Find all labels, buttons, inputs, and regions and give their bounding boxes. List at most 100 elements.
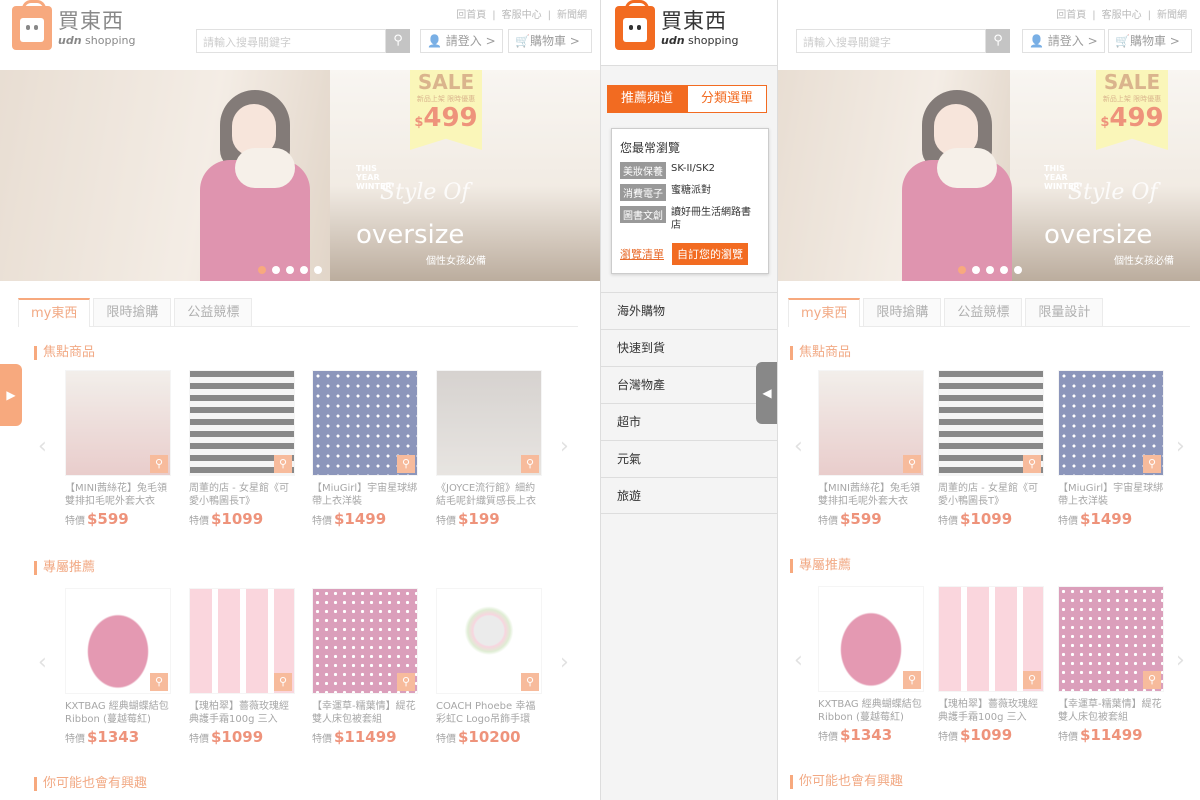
cart-icon: 🛒 bbox=[1115, 34, 1130, 48]
carousel-dots bbox=[258, 266, 328, 274]
carousel-dot[interactable] bbox=[958, 266, 966, 274]
zoom-icon[interactable]: ⚲ bbox=[1023, 455, 1041, 473]
product-card[interactable]: ⚲ 【瑰柏翠】薔薇玫瑰經典護手霜100g 三入 特價 $1099 bbox=[189, 588, 297, 746]
tab-my[interactable]: my東西 bbox=[788, 298, 861, 327]
tab-charity[interactable]: 公益競標 bbox=[944, 298, 1023, 326]
product-card[interactable]: ⚲ 【MiuGirl】宇宙星球綁帶上衣洋裝 特價 $1499 bbox=[312, 370, 420, 528]
tab-charity[interactable]: 公益競標 bbox=[174, 298, 253, 326]
tab-recommended-channel[interactable]: 推薦頻道 bbox=[607, 85, 687, 113]
product-card[interactable]: ⚲ 周董的店 - 女星館《可愛小鴨圖長T》 特價 $1099 bbox=[938, 370, 1046, 528]
carousel-dot[interactable] bbox=[1014, 266, 1022, 274]
tab-limited-design[interactable]: 限量設計 bbox=[1025, 298, 1104, 326]
search-input[interactable]: 請輸入搜尋關鍵字 bbox=[796, 29, 986, 53]
zoom-icon[interactable]: ⚲ bbox=[903, 455, 921, 473]
carousel-dot[interactable] bbox=[258, 266, 266, 274]
service-link[interactable]: 客服中心 bbox=[1102, 10, 1142, 21]
product-card[interactable]: ⚲ 【幸運草-糯葉情】緹花雙人床包被套組 特價 $11499 bbox=[312, 588, 420, 746]
product-card[interactable]: ⚲ KXTBAG 經典蝴蝶結包 Ribbon (蔓越莓紅) 特價 $1343 bbox=[65, 588, 173, 746]
menu-item-travel[interactable]: 旅遊 bbox=[601, 477, 777, 514]
product-name: 【MINI茜絲花】兔毛領雙排扣毛呢外套大衣 bbox=[818, 483, 921, 507]
history-row[interactable]: 消費電子 蜜糖派對 bbox=[620, 184, 760, 201]
open-menu-arrow-icon[interactable]: ▶ bbox=[0, 364, 22, 426]
zoom-icon[interactable]: ⚲ bbox=[1023, 671, 1041, 689]
carousel-dot[interactable] bbox=[272, 266, 280, 274]
close-menu-arrow-icon[interactable]: ◀ bbox=[756, 362, 777, 424]
hero-banner[interactable]: SALE 新品上架 限時優惠 $499 THIS YEAR WINTER Sty… bbox=[0, 70, 600, 281]
search-icon[interactable]: ⚲ bbox=[386, 29, 410, 53]
menu-item-supermarket[interactable]: 超市 bbox=[601, 403, 777, 440]
cart-button[interactable]: 🛒購物車 > bbox=[1108, 29, 1192, 53]
menu-item-fast-delivery[interactable]: 快速到貨 bbox=[601, 329, 777, 366]
product-card[interactable]: ⚲ 【瑰柏翠】薔薇玫瑰經典護手霜100g 三入 特價 $1099 bbox=[938, 586, 1046, 744]
site-logo[interactable]: 買東西 udn shopping bbox=[12, 0, 135, 50]
zoom-icon[interactable]: ⚲ bbox=[1143, 455, 1161, 473]
tab-flash-sale[interactable]: 限時搶購 bbox=[863, 298, 942, 326]
product-card[interactable]: ⚲ 【MINI茜絲花】兔毛領雙排扣毛呢外套大衣 特價 $599 bbox=[65, 370, 173, 528]
login-button[interactable]: 👤 請登入 > bbox=[420, 29, 503, 53]
customize-browse-button[interactable]: 自訂您的瀏覽 bbox=[672, 243, 748, 265]
carousel-dot[interactable] bbox=[300, 266, 308, 274]
next-arrow-icon[interactable]: › bbox=[560, 650, 569, 675]
prev-arrow-icon[interactable]: ‹ bbox=[794, 648, 803, 673]
prev-arrow-icon[interactable]: ‹ bbox=[38, 434, 47, 459]
zoom-icon[interactable]: ⚲ bbox=[150, 673, 168, 691]
zoom-icon[interactable]: ⚲ bbox=[274, 673, 292, 691]
tab-flash-sale[interactable]: 限時搶購 bbox=[93, 298, 172, 326]
prev-arrow-icon[interactable]: ‹ bbox=[38, 650, 47, 675]
home-link[interactable]: 回首頁 bbox=[456, 10, 486, 21]
news-link[interactable]: 新聞網 bbox=[1157, 10, 1187, 21]
menu-item-overseas[interactable]: 海外購物 bbox=[601, 292, 777, 329]
product-card[interactable]: ⚲ 【MiuGirl】宇宙星球綁帶上衣洋裝 特價 $1499 bbox=[1058, 370, 1166, 528]
zoom-icon[interactable]: ⚲ bbox=[521, 455, 539, 473]
right-page-preview: 回首頁 | 客服中心 | 新聞網 請輸入搜尋關鍵字 ⚲ 👤 請登入 > 🛒購物車 > S… bbox=[778, 0, 1200, 800]
zoom-icon[interactable]: ⚲ bbox=[1143, 671, 1161, 689]
product-card[interactable]: ⚲ KXTBAG 經典蝴蝶結包 Ribbon (蔓越莓紅) 特價 $1343 bbox=[818, 586, 926, 744]
carousel-dot[interactable] bbox=[1000, 266, 1008, 274]
style-of-text: Style Of bbox=[1068, 180, 1158, 205]
product-card[interactable]: ⚲ 【幸運草-糯葉情】緹花雙人床包被套組 特價 $11499 bbox=[1058, 586, 1166, 744]
search-input[interactable]: 請輸入搜尋關鍵字 bbox=[196, 29, 386, 53]
tab-category-menu[interactable]: 分類選單 bbox=[687, 85, 767, 113]
zoom-icon[interactable]: ⚲ bbox=[397, 455, 415, 473]
product-card[interactable]: ⚲ 《JOYCE流行館》細約結毛呢針織質感長上衣 特價 $199 bbox=[436, 370, 544, 528]
carousel-dot[interactable] bbox=[986, 266, 994, 274]
history-value[interactable]: 蜜糖派對 bbox=[671, 184, 711, 197]
login-button[interactable]: 👤 請登入 > bbox=[1022, 29, 1105, 53]
cart-button[interactable]: 🛒購物車 > bbox=[508, 29, 592, 53]
history-row[interactable]: 圖書文創 讀好冊生活網路書店 bbox=[620, 206, 760, 232]
prev-arrow-icon[interactable]: ‹ bbox=[794, 434, 803, 459]
product-card[interactable]: ⚲ 【MINI茜絲花】兔毛領雙排扣毛呢外套大衣 特價 $599 bbox=[818, 370, 926, 528]
history-row[interactable]: 美妝保養 SK-II/SK2 bbox=[620, 162, 760, 179]
home-link[interactable]: 回首頁 bbox=[1056, 10, 1086, 21]
menu-item-vitality[interactable]: 元氣 bbox=[601, 440, 777, 477]
history-value[interactable]: 讀好冊生活網路書店 bbox=[671, 206, 760, 232]
history-value[interactable]: SK-II/SK2 bbox=[671, 162, 715, 175]
carousel-dot[interactable] bbox=[286, 266, 294, 274]
news-link[interactable]: 新聞網 bbox=[557, 10, 587, 21]
product-card[interactable]: ⚲ 周董的店 - 女星館《可愛小鴨圖長T》 特價 $1099 bbox=[189, 370, 297, 528]
browse-list-link[interactable]: 瀏覽清單 bbox=[620, 246, 664, 262]
content-tabs: my東西 限時搶購 公益競標 限量設計 bbox=[788, 298, 1190, 327]
menu-item-taiwan-products[interactable]: 台灣物產 bbox=[601, 366, 777, 403]
zoom-icon[interactable]: ⚲ bbox=[150, 455, 168, 473]
product-price: $1099 bbox=[211, 510, 264, 528]
carousel-dot[interactable] bbox=[314, 266, 322, 274]
zoom-icon[interactable]: ⚲ bbox=[274, 455, 292, 473]
product-name: 【幸運草-糯葉情】緹花雙人床包被套組 bbox=[1058, 699, 1162, 723]
zoom-icon[interactable]: ⚲ bbox=[903, 671, 921, 689]
price-label: 特價 bbox=[312, 516, 332, 527]
next-arrow-icon[interactable]: › bbox=[1176, 434, 1185, 459]
hero-banner[interactable]: SALE 新品上架 限時優惠 $499 THIS YEAR WINTER Sty… bbox=[778, 70, 1200, 281]
next-arrow-icon[interactable]: › bbox=[560, 434, 569, 459]
site-logo[interactable]: 買東西 udn shopping bbox=[615, 0, 738, 50]
carousel-dot[interactable] bbox=[972, 266, 980, 274]
product-price: $1343 bbox=[840, 726, 893, 744]
search-icon[interactable]: ⚲ bbox=[986, 29, 1010, 53]
zoom-icon[interactable]: ⚲ bbox=[397, 673, 415, 691]
product-price: $11499 bbox=[334, 728, 397, 746]
tab-my[interactable]: my東西 bbox=[18, 298, 91, 327]
zoom-icon[interactable]: ⚲ bbox=[521, 673, 539, 691]
next-arrow-icon[interactable]: › bbox=[1176, 648, 1185, 673]
service-link[interactable]: 客服中心 bbox=[502, 10, 542, 21]
product-card[interactable]: ⚲ COACH Phoebe 幸福彩虹C Logo吊飾手環 特價 $10200 bbox=[436, 588, 544, 746]
